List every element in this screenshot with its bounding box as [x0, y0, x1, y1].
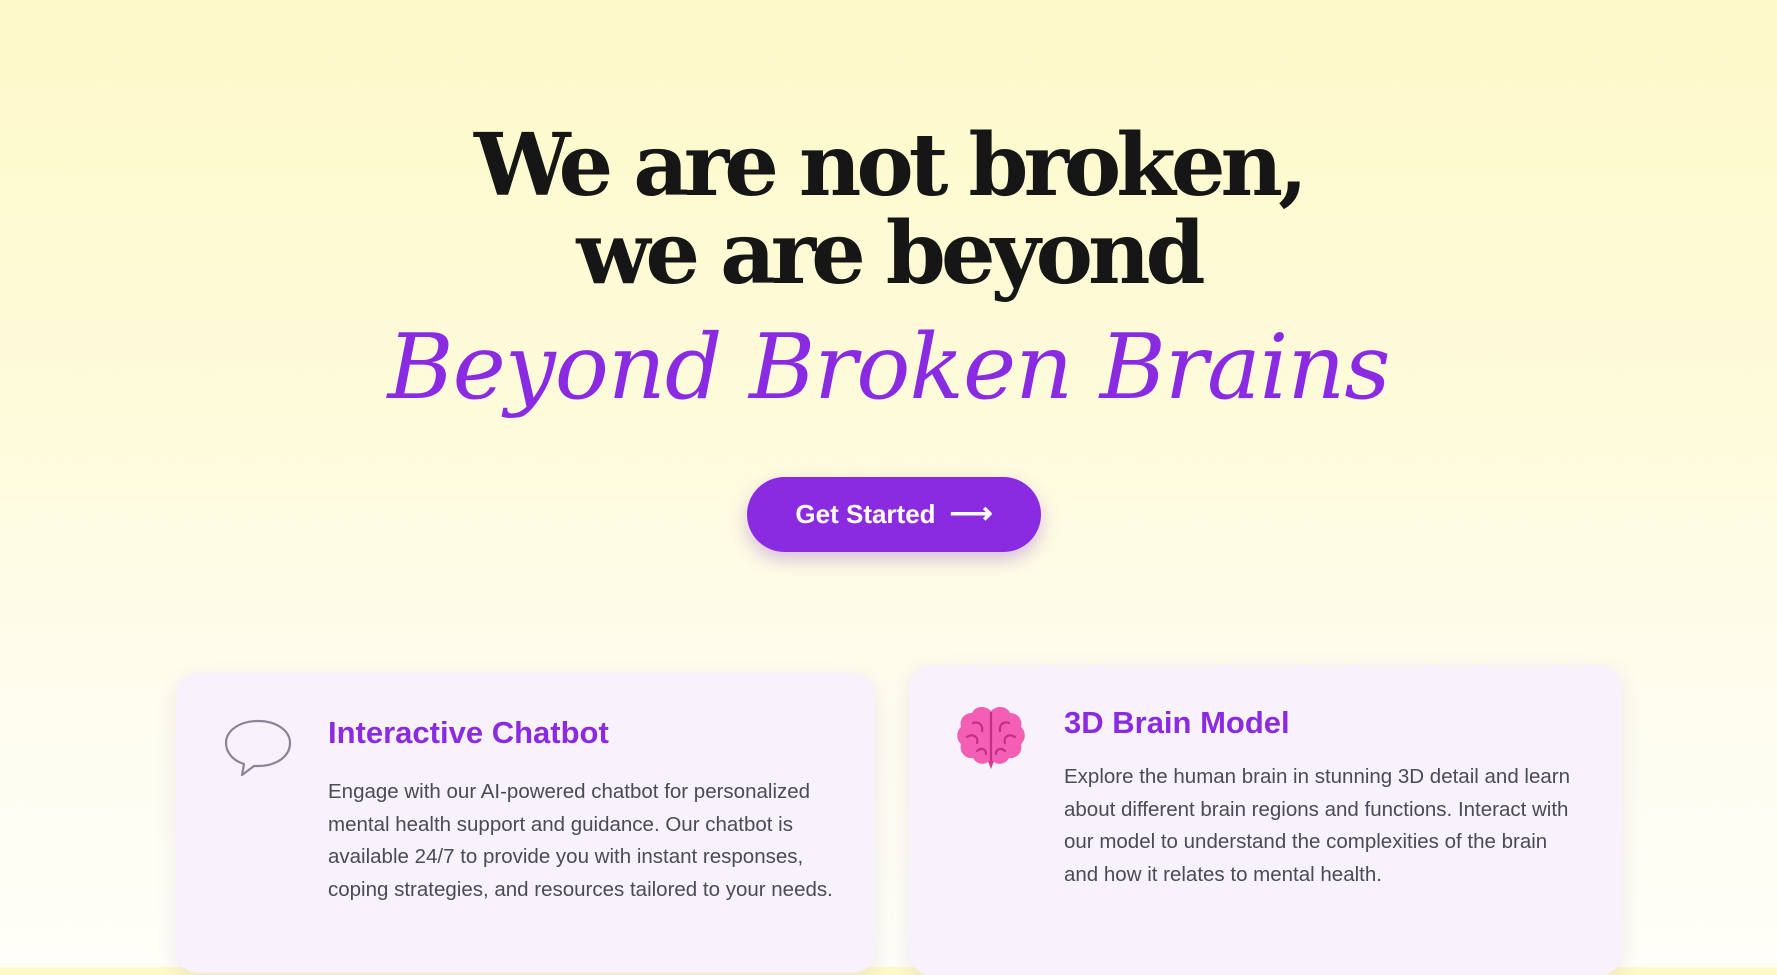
headline-line-1: We are not broken,	[473, 115, 1308, 216]
feature-card-chatbot[interactable]: Interactive Chatbot Engage with our AI-p…	[176, 673, 875, 973]
feature-title: 3D Brain Model	[1064, 705, 1290, 740]
feature-description: Explore the human brain in stunning 3D d…	[1064, 765, 1570, 886]
feature-title: Interactive Chatbot	[328, 715, 609, 750]
arrow-right-icon: ⟶	[949, 496, 993, 530]
speech-bubble-icon	[222, 715, 294, 779]
brain-icon	[955, 703, 1027, 769]
script-title: Beyond Broken Brains	[387, 315, 1390, 420]
feature-card-3d-brain[interactable]: 3D Brain Model Explore the human brain i…	[909, 665, 1622, 975]
feature-description: Engage with our AI-powered chatbot for p…	[328, 780, 833, 901]
headline-line-2: we are beyond	[576, 203, 1205, 304]
get-started-button[interactable]: Get Started ⟶	[747, 477, 1041, 552]
get-started-label: Get Started	[795, 499, 936, 529]
